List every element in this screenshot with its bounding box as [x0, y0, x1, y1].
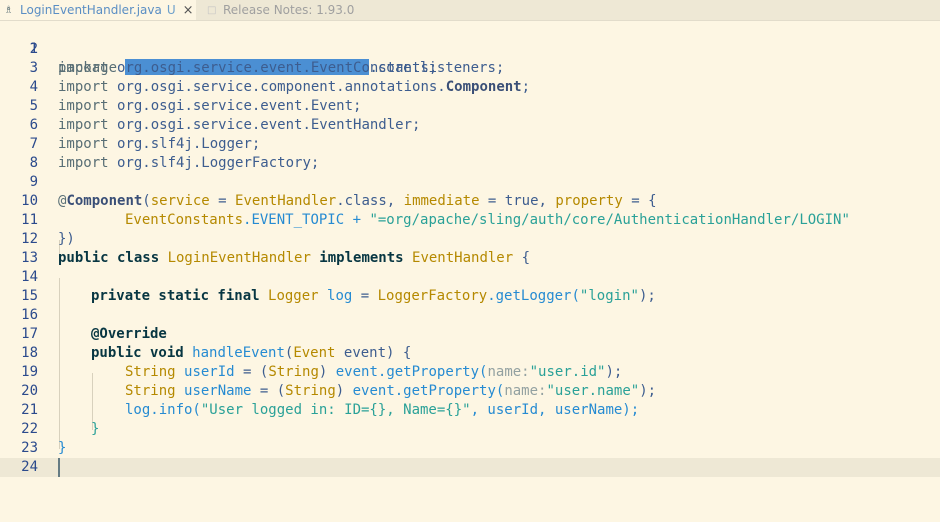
code-editor[interactable]: 1 package .core.listeners; 2 3 import org… [0, 21, 940, 522]
line-number: 16 [21, 307, 38, 323]
code-line: 9 [0, 173, 940, 192]
code-line: 10 @Component(service = EventHandler.clas… [0, 192, 940, 211]
code-line: 6 import org.osgi.service.event.EventHand… [0, 116, 940, 135]
line-number: 7 [29, 136, 38, 152]
parameter-hint: name: [504, 383, 547, 399]
line-number: 12 [21, 231, 38, 247]
code-line: 12}) [0, 230, 940, 249]
editor-tab-bar: ♗ LoginEventHandler.java U × □ Release N… [0, 0, 940, 21]
tab-label: Release Notes: 1.93.0 [223, 3, 355, 17]
line-number: 6 [29, 117, 38, 133]
line-number: 24 [21, 459, 38, 475]
code-line: 19 String userId = (String) event.getProp… [0, 363, 940, 382]
code-line: 15 private static final Logger log = Logg… [0, 287, 940, 306]
line-number: 21 [21, 402, 38, 418]
line-number: 10 [21, 193, 38, 209]
line-number: 14 [21, 269, 38, 285]
line-number: 3 [29, 60, 38, 76]
code-line: 22} [0, 420, 940, 439]
line-number: 18 [21, 345, 38, 361]
line-number: 8 [29, 155, 38, 171]
line-number: 17 [21, 326, 38, 342]
tab-release-notes[interactable]: □ Release Notes: 1.93.0 [197, 0, 387, 20]
code-line: 18 public void handleEvent(Event event) { [0, 344, 940, 363]
line-number: 19 [21, 364, 38, 380]
code-line: 2 [0, 40, 940, 59]
close-icon[interactable]: × [183, 3, 194, 18]
tab-label: LoginEventHandler.java [20, 3, 162, 17]
document-icon: □ [207, 4, 217, 16]
code-line: 23} [0, 439, 940, 458]
code-line: 21 log.info("User logged in: ID={}, Name=… [0, 401, 940, 420]
code-line: 1 package .core.listeners; [0, 21, 940, 76]
current-line[interactable]: 24 [0, 458, 940, 477]
code-line: 17 @Override [0, 325, 940, 344]
line-number: 22 [21, 421, 38, 437]
line-number: 11 [21, 212, 38, 228]
code-line: 16 [0, 306, 940, 325]
code-line: 3 import org.osgi.service.event.EventCons… [0, 59, 940, 78]
line-number: 13 [21, 250, 38, 266]
untracked-badge: U [166, 3, 176, 17]
code-line: 8 import org.slf4j.LoggerFactory; [0, 154, 940, 173]
code-line: 4 import org.osgi.service.component.annot… [0, 78, 940, 97]
line-number: 9 [29, 174, 38, 190]
code-line: 13 public class LoginEventHandler impleme… [0, 249, 940, 268]
text-cursor [58, 458, 60, 477]
line-number: 15 [21, 288, 38, 304]
parameter-hint: name: [487, 364, 530, 380]
line-number: 23 [21, 440, 38, 456]
line-number: 4 [29, 79, 38, 95]
java-file-icon: ♗ [4, 4, 13, 16]
code-line: 5 import org.osgi.service.event.Event; [0, 97, 940, 116]
line-number: 20 [21, 383, 38, 399]
code-line: 11 EventConstants.EVENT_TOPIC + "=org/apa… [0, 211, 940, 230]
code-line: 20 String userName = (String) event.getPr… [0, 382, 940, 401]
tab-loginEventHandler[interactable]: ♗ LoginEventHandler.java U × [0, 0, 196, 20]
line-number: 5 [29, 98, 38, 114]
code-line: 7 import org.slf4j.Logger; [0, 135, 940, 154]
line-number: 2 [29, 41, 38, 57]
code-line: 14 [0, 268, 940, 287]
